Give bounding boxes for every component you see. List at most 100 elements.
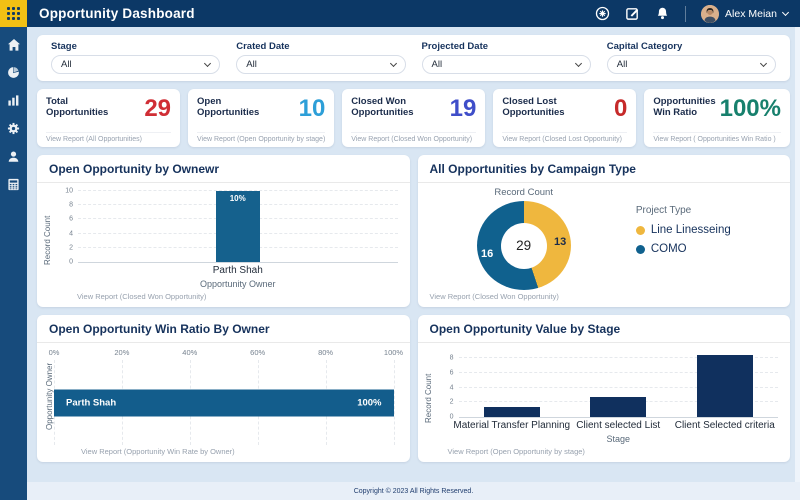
sidebar [0,27,27,500]
sidebar-item-calculator-icon[interactable] [7,178,21,192]
user-menu[interactable]: Alex Meian [701,5,788,23]
bar[interactable]: Parth Shah100% [54,389,394,416]
bar-category-label: Parth Shah [66,397,116,408]
bar[interactable] [697,355,753,417]
app-launcher-button[interactable] [0,0,27,27]
kpi-card-2: Open Opportunities10View Report (Open Op… [188,89,334,147]
sidebar-item-gear-icon[interactable] [7,122,21,136]
chart-body: Record Count024681010%Parth ShahOpportun… [37,183,410,290]
axis-tick: 80% [318,348,333,357]
chart-body: Opportunity Owner0%20%40%60%80%100%Parth… [37,343,410,445]
chart-panel-3: Open Opportunity Win Ratio By OwnerOppor… [37,315,410,462]
chart-title: Open Opportunity by Ownewr [37,155,410,183]
kpi-top: Closed Won Opportunities19 [351,96,476,132]
axis-tick: 2 [450,399,454,406]
kpi-view-report-link[interactable]: View Report ( Opportunities Win Ratio ) [653,132,781,147]
chevron-down-icon [389,59,396,66]
copyright-footer: Copyright © 2023 All Rights Reserved. [27,482,800,500]
help-icon[interactable] [595,6,610,21]
kpi-view-report-link[interactable]: View Report (Closed Lost Opportunity) [502,132,627,147]
kpi-view-report-link[interactable]: View Report (Open Opportunity by stage) [197,132,325,147]
sidebar-item-pie-chart-icon[interactable] [7,66,21,80]
kpi-top: Total Opportunities29 [46,96,171,132]
chart-view-report-link[interactable]: View Report (Closed Won Opportunity) [37,290,410,307]
axis-tick: 60% [250,348,265,357]
waffle-icon [7,7,20,20]
slice-value-label: 16 [481,248,493,260]
kpi-title: Closed Won Opportunities [351,96,429,118]
axis-tick: 10 [65,188,73,195]
axis-tick: 6 [69,216,73,223]
chevron-down-icon [782,8,789,15]
x-axis-ticks: 0%20%40%60%80%100% [54,347,394,360]
plot-area: 024681010% [78,191,398,263]
axis-tick: 4 [450,384,454,391]
chevron-down-icon [204,59,211,66]
axis-tick: 6 [450,370,454,377]
sidebar-item-user-icon[interactable] [7,150,21,164]
filter-group-2: Crated Date All [236,41,405,74]
bar[interactable] [484,407,540,417]
sidebar-item-home[interactable] [7,38,21,52]
filter-label: Capital Category [607,41,776,52]
category-label: Client Selected criteria [675,420,775,431]
kpi-value: 29 [128,96,172,121]
legend-item[interactable]: COMO [636,243,790,255]
legend-label: COMO [651,243,687,255]
kpi-row: Total Opportunities29View Report (All Op… [37,89,790,147]
kpi-view-report-link[interactable]: View Report (All Opportunities) [46,132,171,147]
kpi-card-1: Total Opportunities29View Report (All Op… [37,89,180,147]
filter-value: All [61,59,72,70]
category-axis: Material Transfer PlanningClient selecte… [459,418,779,432]
chart-view-report-link[interactable]: View Report (Open Opportunity by stage) [418,445,791,462]
avatar [701,5,719,23]
user-name: Alex Meian [725,8,777,20]
legend-item[interactable]: Line Linesseing [636,224,790,236]
donut-hole: 29 [501,223,547,269]
kpi-value: 0 [584,96,628,121]
donut-center-label: 29 [516,238,531,253]
filter-label: Crated Date [236,41,405,52]
compose-icon[interactable] [625,6,640,21]
sidebar-item-bar-chart-icon[interactable] [7,94,21,108]
bar[interactable] [590,397,646,417]
axis-tick: 4 [69,230,73,237]
legend-title: Project Type [636,205,790,216]
kpi-top: Open Opportunities10 [197,96,325,132]
topbar-divider [685,6,686,22]
bell-icon[interactable] [655,6,670,21]
scrollbar[interactable] [795,27,800,482]
kpi-view-report-link[interactable]: View Report (Closed Won Opportunity) [351,132,476,147]
filter-bar: StageAllCrated DateAllProjected DateAllC… [37,35,790,81]
chart-body: Record Count 02468Material Transfer Plann… [418,343,791,445]
filter-select-stage[interactable]: All [51,55,220,74]
chart-body: Record Count131629Project TypeLine Lines… [418,183,791,290]
kpi-top: Closed Lost Opportunities0 [502,96,627,132]
kpi-title: Open Opportunities [197,96,277,118]
legend: Project Type Line Linesseing COMO [630,183,790,290]
plot-area: 02468 [459,351,779,418]
chevron-down-icon [575,59,582,66]
kpi-card-4: Closed Lost Opportunities0View Report (C… [493,89,636,147]
chart-panel-1: Open Opportunity by OwnewrRecord Count02… [37,155,410,307]
kpi-value: 19 [433,96,477,121]
axis-tick: 20% [114,348,129,357]
category-label: Client selected List [576,420,660,431]
gridline [394,360,395,445]
plot-column: 024681010%Parth ShahOpportunity Owner [52,191,398,290]
filter-select-capital-category[interactable]: All [607,55,776,74]
filter-value: All [617,59,628,70]
filter-label: Projected Date [422,41,591,52]
kpi-title: Total Opportunities [46,96,124,118]
kpi-value: 100% [720,96,781,121]
y-axis-label: Record Count [424,351,433,445]
bar[interactable]: 10% [216,191,260,262]
donut-chart[interactable]: 131629 [477,201,571,290]
chart-view-report-link[interactable]: View Report (Closed Won Opportunity) [418,290,791,307]
filter-select-projected-date[interactable]: All [422,55,591,74]
chart-title: Open Opportunity Win Ratio By Owner [37,315,410,343]
filter-select-crated-date[interactable]: All [236,55,405,74]
chart-view-report-link[interactable]: View Report (Opportunity Win Rate by Own… [37,445,410,462]
legend-dot [636,245,645,254]
chart-title: All Opportunities by Campaign Type [418,155,791,183]
